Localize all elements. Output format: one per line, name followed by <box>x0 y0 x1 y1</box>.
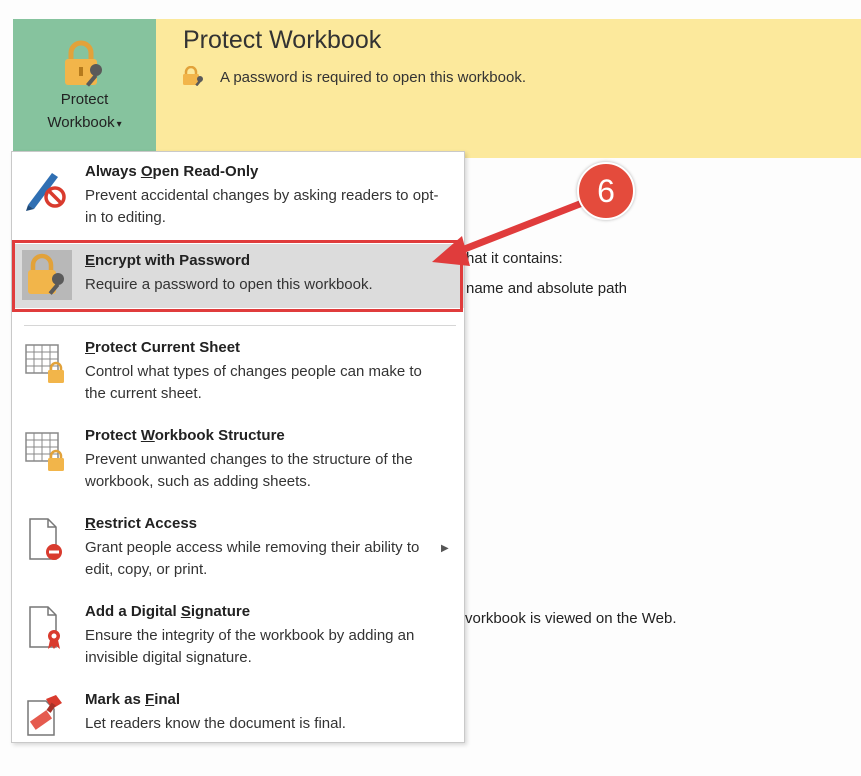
annotation-arrow-icon <box>432 196 594 266</box>
backstage-info-page: Protect Workbook ▾ Protect Workbook A pas… <box>0 0 861 776</box>
annotation-step-badge: 6 <box>577 162 635 220</box>
